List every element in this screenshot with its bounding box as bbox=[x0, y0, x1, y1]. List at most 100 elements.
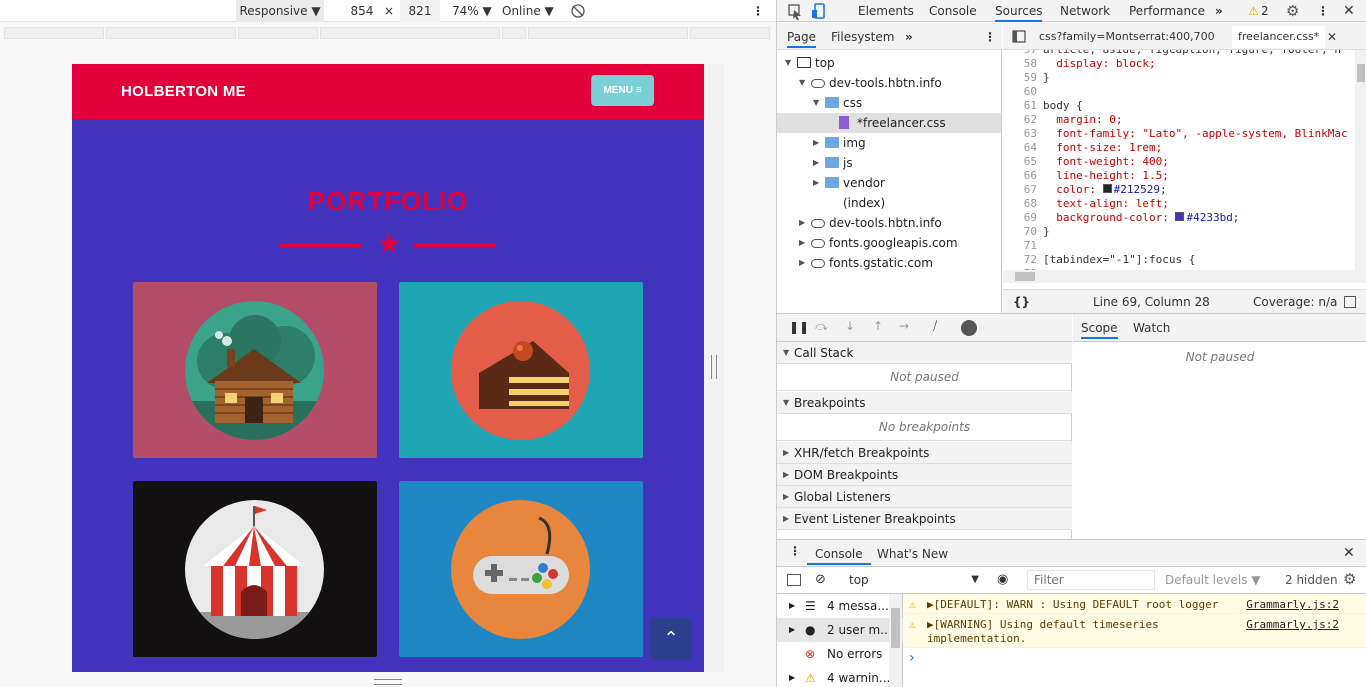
network-select[interactable]: Online ▼ bbox=[502, 0, 556, 22]
tab-page[interactable]: Page bbox=[787, 26, 817, 48]
brand-logo[interactable]: HOLBERTON ME bbox=[121, 83, 246, 100]
line-number[interactable]: 62 bbox=[1003, 113, 1043, 127]
expand-arrow-icon[interactable]: ▼ bbox=[785, 53, 791, 73]
console-settings-icon[interactable]: ⚙ bbox=[1343, 570, 1356, 588]
tab-sources[interactable]: Sources bbox=[995, 0, 1043, 22]
pretty-print-button[interactable]: {} bbox=[1013, 290, 1030, 314]
portfolio-card-cake[interactable] bbox=[399, 282, 643, 458]
editor-vertical-scrollbar[interactable] bbox=[1355, 50, 1366, 283]
tab-network[interactable]: Network bbox=[1060, 0, 1110, 22]
step-icon[interactable]: → bbox=[899, 319, 909, 333]
line-number[interactable]: 60 bbox=[1003, 85, 1043, 99]
sidebar-messages[interactable]: ▶ ☰ 4 messa... bbox=[777, 594, 889, 618]
toggle-navigator-icon[interactable] bbox=[1011, 26, 1027, 48]
sidebar-warnings[interactable]: ▶ ⚠ 4 warnin... bbox=[777, 666, 889, 687]
console-prompt[interactable]: › bbox=[909, 650, 915, 666]
tree-item[interactable]: ▶ vendor bbox=[777, 173, 1001, 193]
settings-icon[interactable]: ⚙ bbox=[1286, 0, 1299, 22]
expand-arrow-icon[interactable]: ▶ bbox=[813, 153, 819, 173]
line-number[interactable]: 69 bbox=[1003, 211, 1043, 225]
step-into-icon[interactable]: ↓ bbox=[845, 319, 855, 333]
expand-arrow-icon[interactable]: ▶ bbox=[799, 253, 805, 273]
debugger-section-header[interactable]: ▶ Global Listeners bbox=[777, 486, 1072, 508]
sidebar-errors[interactable]: ⊗ No errors bbox=[777, 642, 889, 666]
tree-item[interactable]: ▶ js bbox=[777, 153, 1001, 173]
clear-console-icon[interactable]: ⊘ bbox=[815, 572, 826, 587]
debugger-section-header[interactable]: ▶ DOM Breakpoints bbox=[777, 464, 1072, 486]
code-line[interactable]: 65 font-weight: 400; bbox=[1003, 155, 1355, 169]
line-number[interactable]: 71 bbox=[1003, 239, 1043, 253]
device-toggle-icon[interactable] bbox=[811, 0, 827, 22]
debugger-section-header[interactable]: ▶ XHR/fetch Breakpoints bbox=[777, 442, 1072, 464]
code-line[interactable]: 72 [tabindex="-1"]:focus { bbox=[1003, 253, 1355, 267]
expand-arrow-icon[interactable]: ▶ bbox=[783, 508, 789, 530]
expand-arrow-icon[interactable]: ▶ bbox=[783, 464, 789, 486]
tree-item[interactable]: ▼ dev-tools.hbtn.info bbox=[777, 73, 1001, 93]
deactivate-breakpoints-icon[interactable]: ⧸ bbox=[933, 319, 937, 334]
sidebar-scrollbar[interactable] bbox=[889, 594, 902, 687]
expand-arrow-icon[interactable]: ▶ bbox=[813, 173, 819, 193]
console-warning-1[interactable]: ⚠ ▶[DEFAULT]: WARN : Using DEFAULT root … bbox=[903, 594, 1366, 614]
menu-button[interactable]: MENU ≡ bbox=[591, 75, 654, 106]
editor-tab-fonts-css[interactable]: css?family=Montserrat:400,700 bbox=[1039, 26, 1215, 48]
code-line[interactable]: 71 bbox=[1003, 239, 1355, 253]
expand-arrow-icon[interactable]: ▼ bbox=[783, 342, 789, 364]
portfolio-card-circus[interactable] bbox=[133, 481, 377, 657]
warning-icon[interactable]: ⚠ bbox=[1248, 0, 1259, 22]
code-line[interactable]: 67 color: #212529; bbox=[1003, 183, 1355, 197]
debugger-section-header[interactable]: ▼ Breakpoints bbox=[777, 392, 1072, 414]
code-line[interactable]: 61 body { bbox=[1003, 99, 1355, 113]
console-warning-2[interactable]: ⚠ ▶[WARNING] Using default timeseries im… bbox=[903, 614, 1366, 648]
line-number[interactable]: 68 bbox=[1003, 197, 1043, 211]
code-line[interactable]: 59} bbox=[1003, 71, 1355, 85]
more-tabs-icon[interactable]: » bbox=[1215, 0, 1223, 22]
width-resize-handle[interactable] bbox=[711, 355, 717, 379]
close-tab-icon[interactable]: ✕ bbox=[1327, 26, 1337, 48]
pause-icon[interactable]: ❚❚ bbox=[789, 320, 809, 334]
debugger-section-header[interactable]: ▼ Call Stack bbox=[777, 342, 1072, 364]
tab-console[interactable]: Console bbox=[929, 0, 977, 22]
code-line[interactable]: 62 margin: 0; bbox=[1003, 113, 1355, 127]
code-line[interactable]: 66 line-height: 1.5; bbox=[1003, 169, 1355, 183]
context-select[interactable]: top ▼ bbox=[839, 567, 979, 593]
drawer-menu-icon[interactable]: ⋮ bbox=[789, 544, 801, 558]
tree-item[interactable]: ▶ img bbox=[777, 133, 1001, 153]
sidebar-user-messages[interactable]: ▶ ● 2 user m... bbox=[777, 618, 903, 642]
navigator-menu-icon[interactable]: ⋮ bbox=[984, 26, 996, 48]
scroll-to-top-button[interactable]: ⌃ bbox=[650, 618, 692, 660]
portfolio-card-cabin[interactable] bbox=[133, 282, 377, 458]
more-nav-tabs-icon[interactable]: » bbox=[905, 26, 913, 48]
tree-item[interactable]: ▶ fonts.gstatic.com bbox=[777, 253, 1001, 273]
code-line[interactable]: 57article, aside, figcaption, figure, fo… bbox=[1003, 50, 1355, 57]
device-select[interactable]: Responsive ▼ bbox=[236, 0, 324, 22]
step-over-icon[interactable]: ⤼ bbox=[815, 319, 828, 334]
drawer-tab-whats-new[interactable]: What's New bbox=[877, 543, 948, 565]
customize-icon[interactable]: ⋮ bbox=[1317, 0, 1329, 22]
tab-scope[interactable]: Scope bbox=[1081, 317, 1118, 339]
warning-count[interactable]: 2 bbox=[1261, 0, 1269, 22]
code-line[interactable]: 63 font-family: "Lato", -apple-system, B… bbox=[1003, 127, 1355, 141]
drawer-tab-console[interactable]: Console bbox=[807, 543, 871, 565]
expand-arrow-icon[interactable]: ▶ bbox=[799, 233, 805, 253]
rotate-icon[interactable] bbox=[570, 0, 588, 22]
line-number[interactable]: 66 bbox=[1003, 169, 1043, 183]
eye-icon[interactable]: ◉ bbox=[997, 572, 1008, 587]
tree-item[interactable]: ▼ css bbox=[777, 93, 1001, 113]
tree-item[interactable]: ▶ fonts.googleapis.com bbox=[777, 233, 1001, 253]
line-number[interactable]: 72 bbox=[1003, 253, 1043, 267]
line-number[interactable]: 57 bbox=[1003, 50, 1043, 57]
coverage-icon[interactable] bbox=[1344, 296, 1356, 308]
tab-performance[interactable]: Performance bbox=[1129, 0, 1205, 22]
tab-watch[interactable]: Watch bbox=[1133, 317, 1170, 339]
line-number[interactable]: 63 bbox=[1003, 127, 1043, 141]
more-options-icon[interactable]: ⋮ bbox=[752, 0, 764, 22]
tab-filesystem[interactable]: Filesystem bbox=[831, 26, 894, 48]
line-number[interactable]: 70 bbox=[1003, 225, 1043, 239]
console-filter-input[interactable] bbox=[1027, 570, 1155, 590]
tree-item[interactable]: (index) bbox=[777, 193, 1001, 213]
code-line[interactable]: 69 background-color: #4233bd; bbox=[1003, 211, 1355, 225]
expand-arrow-icon[interactable]: ▶ bbox=[783, 486, 789, 508]
tree-item[interactable]: ▶ dev-tools.hbtn.info bbox=[777, 213, 1001, 233]
expand-arrow-icon[interactable]: ▶ bbox=[783, 442, 789, 464]
tree-item[interactable]: *freelancer.css bbox=[777, 113, 1001, 133]
